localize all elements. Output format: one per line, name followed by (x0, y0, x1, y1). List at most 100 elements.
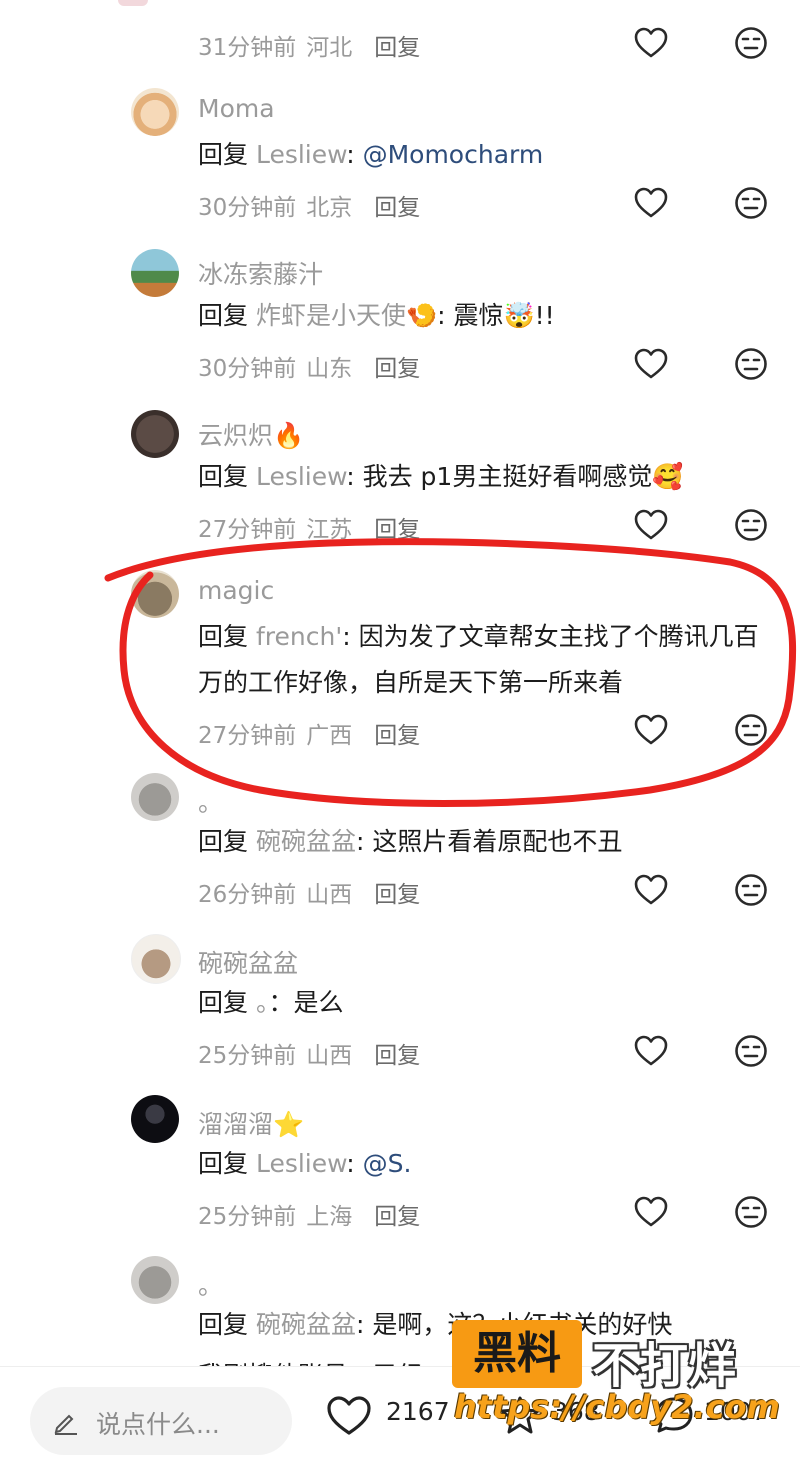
reply-content: 这照片看着原配也不丑 (372, 827, 623, 856)
comment-time: 25分钟前 (198, 1043, 297, 1069)
comment-item: 碗碗盆盆 回复 。：是么 25分钟前 山西 回复 (0, 934, 800, 1084)
heart-icon[interactable] (634, 27, 668, 59)
reply-label: 回复 (198, 622, 249, 651)
comment-location: 山西 (306, 882, 353, 908)
reply-target[interactable]: Lesliew (256, 140, 346, 169)
separator: ： (268, 988, 294, 1017)
comment-item: 溜溜溜⭐ 回复 Lesliew: @S. 25分钟前 上海 回复 (0, 1095, 800, 1245)
comment-meta: 27分钟前 江苏 回复 (198, 510, 420, 544)
comment-text: 回复 炸虾是小天使🍤: 震惊🤯!! (198, 293, 778, 339)
reply-label: 回复 (198, 140, 249, 169)
heart-icon[interactable] (634, 348, 668, 380)
pencil-icon (54, 1414, 77, 1435)
separator: : (437, 301, 454, 330)
watermark-title: 不打烊 (592, 1338, 737, 1394)
reply-target[interactable]: 。 (256, 988, 269, 1017)
comment-username[interactable]: 云炽炽🔥 (198, 416, 304, 452)
comment-username[interactable]: 碗碗盆盆 (198, 944, 298, 980)
reply-target[interactable]: 碗碗盆盆 (256, 1310, 356, 1339)
heart-icon[interactable] (326, 1395, 372, 1437)
comment-item: 云炽炽🔥 回复 Lesliew: 我去 p1男主挺好看啊感觉🥰 27分钟前 江苏回… (0, 406, 800, 556)
comment-username[interactable]: magic (198, 576, 274, 605)
comment-meta: 30分钟前 山东 回复 (198, 349, 420, 383)
avatar[interactable] (131, 934, 181, 984)
dislike-face-icon[interactable] (734, 873, 768, 907)
comment-text: 回复 Lesliew: 我去 p1男主挺好看啊感觉🥰 (198, 454, 778, 500)
comment-item: 。 回复 碗碗盆盆: 这照片看着原配也不丑 26分钟前 山西 回复 (0, 773, 800, 923)
watermark-url: https://cbdy2.com (454, 1388, 780, 1426)
like-count: 2167 (386, 1397, 450, 1426)
reply-button[interactable]: 回复 (374, 356, 420, 382)
heart-icon[interactable] (634, 509, 668, 541)
watermark-badge: 黑料 (452, 1320, 582, 1388)
avatar[interactable] (131, 88, 179, 136)
reply-button[interactable]: 回复 (374, 195, 420, 221)
comment-text: 回复 。：是么 (198, 980, 778, 1026)
reply-label: 回复 (198, 1310, 249, 1339)
comment-location: 上海 (306, 1204, 353, 1230)
heart-icon[interactable] (634, 874, 668, 906)
reply-button[interactable]: 回复 (374, 1043, 420, 1069)
avatar[interactable] (131, 410, 179, 458)
dislike-face-icon[interactable] (734, 713, 768, 747)
comment-input[interactable]: 说点什么... (30, 1387, 292, 1455)
avatar[interactable] (131, 773, 179, 821)
comment-meta: 25分钟前 山西 回复 (198, 1036, 420, 1070)
reply-label: 回复 (198, 462, 249, 491)
comment-meta: 31分钟前 河北 回复 (198, 28, 420, 62)
comment-time: 31分钟前 (198, 35, 297, 61)
comment-username[interactable]: 冰冻索藤汁 (198, 255, 323, 291)
separator: : (355, 1310, 373, 1339)
comment-item: magic 回复 french': 因为发了文章帮女主找了个腾讯几百万的工作好像… (0, 566, 800, 766)
reply-target[interactable]: Lesliew (256, 462, 346, 491)
reply-target[interactable]: 碗碗盆盆 (256, 827, 356, 856)
avatar[interactable] (131, 1095, 179, 1143)
reply-target[interactable]: Lesliew (256, 1149, 346, 1178)
comment-time: 25分钟前 (198, 1204, 297, 1230)
heart-icon[interactable] (634, 1035, 668, 1067)
comment-text: 回复 Lesliew: @Momocharm (198, 132, 778, 178)
heart-icon[interactable] (634, 187, 668, 219)
dislike-face-icon[interactable] (734, 1195, 768, 1229)
comment-username[interactable]: Moma (198, 94, 275, 123)
reply-label: 回复 (198, 1149, 249, 1178)
separator: : (355, 827, 373, 856)
avatar[interactable] (131, 249, 179, 297)
reply-button[interactable]: 回复 (374, 882, 420, 908)
comment-item: 冰冻索藤汁 回复 炸虾是小天使🍤: 震惊🤯!! 30分钟前 山东 回复 (0, 245, 800, 395)
dislike-face-icon[interactable] (734, 1034, 768, 1068)
dislike-face-icon[interactable] (734, 26, 768, 60)
comment-time: 27分钟前 (198, 723, 297, 749)
comment-username[interactable]: 。 (198, 783, 223, 819)
comment-location: 山东 (306, 356, 353, 382)
reply-button[interactable]: 回复 (374, 517, 420, 543)
heart-icon[interactable] (634, 1196, 668, 1228)
comment-placeholder: 说点什么... (96, 1410, 220, 1439)
reply-label: 回复 (198, 301, 249, 330)
reply-target[interactable]: french' (256, 622, 342, 651)
reply-content: 我去 p1男主挺好看啊感觉🥰 (362, 462, 684, 491)
avatar[interactable] (131, 1256, 179, 1304)
comment-item: 31分钟前 河北 回复 (0, 0, 800, 80)
dislike-face-icon[interactable] (734, 347, 768, 381)
reply-button[interactable]: 回复 (374, 35, 420, 61)
mention-link[interactable]: @S. (363, 1149, 412, 1178)
reply-label: 回复 (198, 827, 249, 856)
heart-icon[interactable] (634, 714, 668, 746)
comment-time: 26分钟前 (198, 882, 297, 908)
comment-meta: 27分钟前 广西 回复 (198, 716, 420, 750)
avatar[interactable] (131, 570, 179, 618)
mention-link[interactable]: @Momocharm (363, 140, 544, 169)
comment-time: 30分钟前 (198, 195, 297, 221)
dislike-face-icon[interactable] (734, 186, 768, 220)
reply-button[interactable]: 回复 (374, 1204, 420, 1230)
comment-item: Moma 回复 Lesliew: @Momocharm 30分钟前 北京 回复 (0, 84, 800, 234)
comment-username[interactable]: 溜溜溜⭐ (198, 1105, 304, 1141)
comment-location: 山西 (306, 1043, 353, 1069)
comment-location: 江苏 (306, 517, 353, 543)
reply-button[interactable]: 回复 (374, 723, 420, 749)
reply-target[interactable]: 炸虾是小天使🍤 (256, 301, 437, 330)
watermark: 黑料 不打烊 https://cbdy2.com (452, 1320, 782, 1432)
dislike-face-icon[interactable] (734, 508, 768, 542)
comment-username[interactable]: 。 (198, 1266, 223, 1302)
